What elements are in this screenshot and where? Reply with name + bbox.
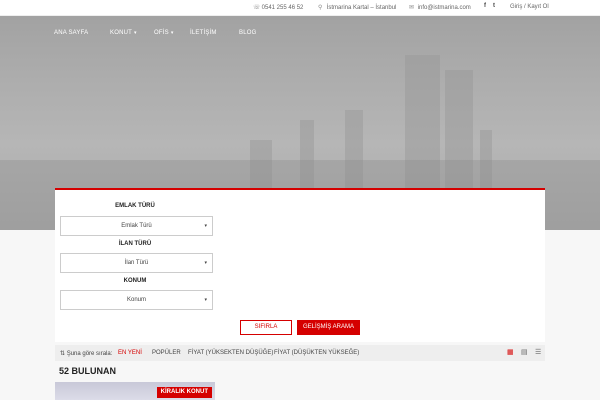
- listing-type-select[interactable]: İlan Türü ▾: [60, 253, 213, 273]
- sort-newest[interactable]: EN YENİ: [118, 350, 142, 356]
- email-text: info@istmarina.com: [417, 5, 471, 11]
- twitter-icon[interactable]: t: [493, 3, 495, 9]
- phone-number: 0541 255 46 52: [261, 5, 304, 11]
- top-bar: ☏ 0541 255 46 52 ⚲ İstmarina Kartal – İs…: [0, 0, 600, 16]
- nav-item-ofis[interactable]: OFİS ▾: [154, 30, 174, 36]
- nav-item-home[interactable]: ANA SAYFA: [54, 30, 88, 36]
- listing-type-label: İLAN TÜRÜ: [118, 241, 152, 247]
- envelope-icon: ✉: [409, 5, 415, 11]
- property-card[interactable]: KİRALIK KONUT: [55, 382, 215, 400]
- facebook-icon[interactable]: f: [484, 3, 486, 9]
- caret-down-icon: ▾: [204, 297, 207, 303]
- nav-item-iletisim[interactable]: İLETİŞİM: [190, 30, 217, 36]
- sort-popular[interactable]: POPÜLER: [152, 350, 181, 356]
- nav-item-konut[interactable]: KONUT ▾: [110, 30, 137, 36]
- caret-down-icon: ▾: [134, 30, 137, 36]
- phone-link[interactable]: ☏ 0541 255 46 52: [253, 4, 303, 11]
- location-select[interactable]: Konum ▾: [60, 290, 213, 310]
- nav-item-blog[interactable]: BLOG: [239, 30, 256, 36]
- email-link[interactable]: ✉ info@istmarina.com: [409, 4, 471, 11]
- caret-down-icon: ▾: [204, 223, 207, 229]
- sort-label: ⇅ Şuna göre sırala:: [60, 351, 113, 357]
- sort-icon: ⇅: [60, 351, 66, 357]
- reset-button[interactable]: SIFIRLA: [240, 320, 292, 335]
- address-info: ⚲ İstmarina Kartal – İstanbul: [318, 4, 396, 11]
- search-panel: EMLAK TÜRÜ Emlak Türü ▾ İLAN TÜRÜ İlan T…: [55, 188, 545, 342]
- caret-down-icon: ▾: [204, 260, 207, 266]
- phone-icon: ☏: [253, 5, 261, 11]
- property-type-select[interactable]: Emlak Türü ▾: [60, 216, 213, 236]
- grid-small-icon[interactable]: ▤: [521, 349, 528, 356]
- property-type-label: EMLAK TÜRÜ: [115, 203, 155, 209]
- main-nav: ANA SAYFA KONUT ▾ OFİS ▾ İLETİŞİM BLOG: [0, 16, 600, 56]
- address-text: İstmarina Kartal – İstanbul: [326, 5, 397, 11]
- list-icon[interactable]: ☰: [535, 349, 542, 356]
- results-count: 52 BULUNAN: [59, 366, 117, 376]
- location-label: KONUM: [123, 278, 147, 284]
- sort-price-desc[interactable]: FİYAT (YÜKSEKTEN DÜŞÜĞE): [188, 350, 273, 356]
- status-badge: KİRALIK KONUT: [156, 387, 212, 398]
- advanced-search-button[interactable]: GELİŞMİŞ ARAMA: [297, 320, 360, 335]
- sort-price-asc[interactable]: FİYAT (DÜŞÜKTEN YÜKSEĞE): [274, 350, 359, 356]
- login-register-link[interactable]: Giriş / Kayıt Ol: [510, 4, 549, 10]
- caret-down-icon: ▾: [170, 30, 174, 36]
- sort-bar: ⇅ Şuna göre sırala: EN YENİ POPÜLER FİYA…: [55, 345, 545, 361]
- map-pin-icon: ⚲: [318, 5, 323, 11]
- grid-icon[interactable]: ▦: [507, 349, 514, 356]
